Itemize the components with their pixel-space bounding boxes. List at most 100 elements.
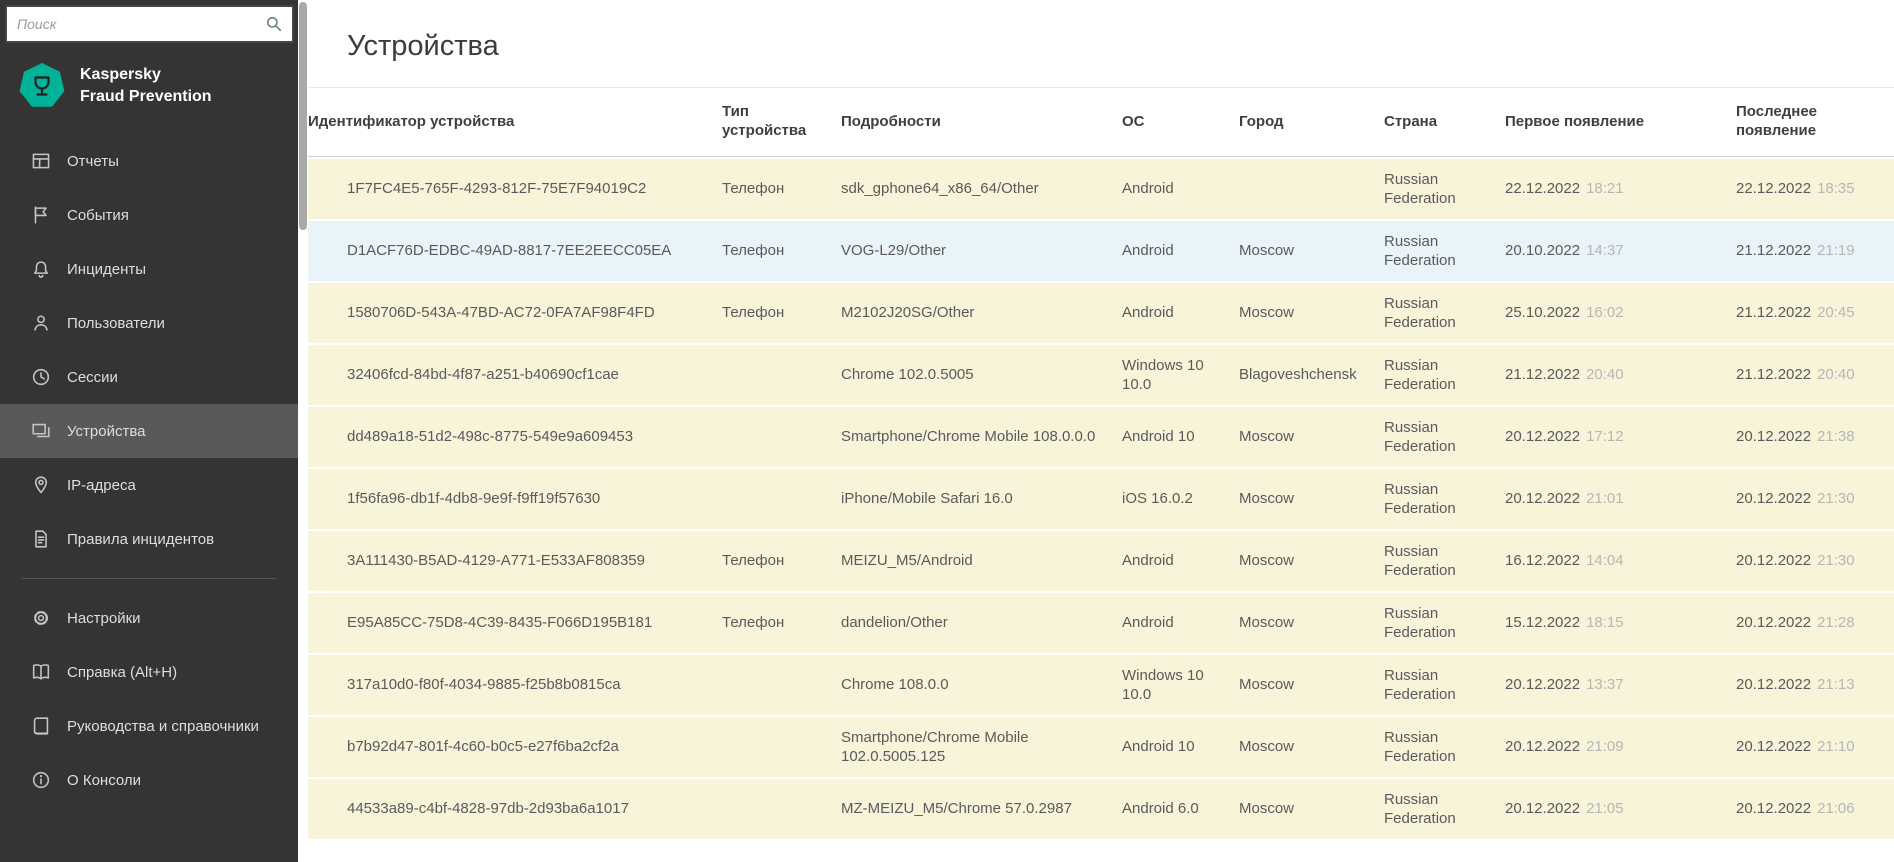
column-header[interactable]: Страна	[1384, 113, 1505, 132]
sidebar-menu: Отчеты События Инциденты Пользователи	[0, 134, 298, 566]
last-seen-date: 20.12.2022	[1736, 799, 1811, 819]
cell-details: MZ-MEIZU_M5/Chrome 57.0.2987	[841, 779, 1122, 839]
column-header[interactable]: Тип устройства	[722, 103, 841, 141]
column-header[interactable]: Первое появление	[1505, 113, 1736, 132]
table-row[interactable]: 44533a89-c4bf-4828-97db-2d93ba6a1017 MZ-…	[308, 779, 1894, 839]
first-seen-date: 20.12.2022	[1505, 737, 1580, 757]
column-header[interactable]: ОС	[1122, 113, 1239, 132]
table-row[interactable]: 1f56fa96-db1f-4db8-9e9f-f9ff19f57630 iPh…	[308, 469, 1894, 529]
table-row[interactable]: E95A85CC-75D8-4C39-8435-F066D195B181 Тел…	[308, 593, 1894, 653]
last-seen-date: 22.12.2022	[1736, 179, 1811, 199]
cell-last-seen: 20.12.2022 21:30	[1736, 469, 1894, 529]
table-row[interactable]: dd489a18-51d2-498c-8775-549e9a609453 Sma…	[308, 407, 1894, 467]
cell-os: Android 10	[1122, 407, 1239, 467]
search-input[interactable]	[5, 5, 294, 43]
table-row[interactable]: 1F7FC4E5-765F-4293-812F-75E7F94019C2 Тел…	[308, 159, 1894, 219]
table-row[interactable]: 317a10d0-f80f-4034-9885-f25b8b0815ca Chr…	[308, 655, 1894, 715]
cell-device-id: 3A111430-B5AD-4129-A771-E533AF808359	[308, 531, 722, 591]
sidebar-item[interactable]: События	[0, 188, 298, 242]
menu-label: Инциденты	[67, 261, 146, 278]
search-icon[interactable]	[264, 14, 284, 34]
cell-os: Android	[1122, 531, 1239, 591]
last-seen-date: 20.12.2022	[1736, 489, 1811, 509]
first-seen-time: 21:05	[1586, 799, 1624, 819]
sidebar-item[interactable]: IP-адреса	[0, 458, 298, 512]
table-row[interactable]: D1ACF76D-EDBC-49AD-8817-7EE2EECC05EA Тел…	[308, 221, 1894, 281]
search-box	[5, 5, 294, 43]
sidebar-item[interactable]: Правила инцидентов	[0, 512, 298, 566]
table-row[interactable]: 32406fcd-84bd-4f87-a251-b40690cf1cae Chr…	[308, 345, 1894, 405]
sidebar-item[interactable]: Инциденты	[0, 242, 298, 296]
column-header[interactable]: Подробности	[841, 113, 1122, 132]
menu-icon	[30, 150, 52, 172]
last-seen-date: 20.12.2022	[1736, 551, 1811, 571]
cell-last-seen: 20.12.2022 21:28	[1736, 593, 1894, 653]
cell-city: Moscow	[1239, 593, 1384, 653]
menu-label: События	[67, 207, 129, 224]
first-seen-date: 20.12.2022	[1505, 489, 1580, 509]
cell-country: Russian Federation	[1384, 593, 1505, 653]
sidebar-item[interactable]: Сессии	[0, 350, 298, 404]
sidebar-item[interactable]: О Консоли	[0, 753, 298, 807]
menu-icon	[30, 715, 52, 737]
menu-icon	[30, 420, 52, 442]
menu-label: Сессии	[67, 369, 118, 386]
sidebar-item[interactable]: Отчеты	[0, 134, 298, 188]
brand-text: Kaspersky Fraud Prevention	[80, 64, 212, 107]
cell-details: VOG-L29/Other	[841, 221, 1122, 281]
last-seen-time: 20:45	[1817, 303, 1855, 323]
column-header[interactable]: Город	[1239, 113, 1384, 132]
cell-country: Russian Federation	[1384, 531, 1505, 591]
last-seen-date: 21.12.2022	[1736, 365, 1811, 385]
sidebar-scrollbar-thumb[interactable]	[299, 2, 307, 230]
cell-first-seen: 15.12.2022 18:15	[1505, 593, 1736, 653]
cell-last-seen: 22.12.2022 18:35	[1736, 159, 1894, 219]
sidebar-item[interactable]: Справка (Alt+H)	[0, 645, 298, 699]
menu-label: IP-адреса	[67, 477, 136, 494]
cell-city: Moscow	[1239, 779, 1384, 839]
last-seen-date: 20.12.2022	[1736, 737, 1811, 757]
sidebar-item[interactable]: Пользователи	[0, 296, 298, 350]
cell-device-type: Телефон	[722, 593, 841, 653]
menu-label: Устройства	[67, 423, 145, 440]
column-header[interactable]: Последнее появление	[1736, 103, 1894, 141]
table-row[interactable]: b7b92d47-801f-4c60-b0c5-e27f6ba2cf2a Sma…	[308, 717, 1894, 777]
sidebar-item[interactable]: Руководства и справочники	[0, 699, 298, 753]
cell-city: Blagoveshchensk	[1239, 345, 1384, 405]
cell-details: MEIZU_M5/Android	[841, 531, 1122, 591]
last-seen-time: 21:38	[1817, 427, 1855, 447]
cell-country: Russian Federation	[1384, 283, 1505, 343]
cell-os: Android 10	[1122, 717, 1239, 777]
last-seen-date: 21.12.2022	[1736, 303, 1811, 323]
cell-first-seen: 20.12.2022 13:37	[1505, 655, 1736, 715]
cell-device-type: Телефон	[722, 221, 841, 281]
cell-last-seen: 20.12.2022 21:13	[1736, 655, 1894, 715]
menu-icon	[30, 258, 52, 280]
cell-os: Android	[1122, 221, 1239, 281]
menu-icon	[30, 474, 52, 496]
last-seen-time: 18:35	[1817, 179, 1855, 199]
cell-device-id: 1f56fa96-db1f-4db8-9e9f-f9ff19f57630	[308, 469, 722, 529]
sidebar-item[interactable]: Настройки	[0, 591, 298, 645]
cell-device-type	[722, 469, 841, 529]
first-seen-date: 20.10.2022	[1505, 241, 1580, 261]
last-seen-time: 21:30	[1817, 489, 1855, 509]
cell-city: Moscow	[1239, 531, 1384, 591]
sidebar-scrollbar[interactable]	[298, 0, 308, 862]
cell-country: Russian Federation	[1384, 469, 1505, 529]
cell-device-type: Телефон	[722, 531, 841, 591]
first-seen-date: 22.12.2022	[1505, 179, 1580, 199]
cell-device-type	[722, 779, 841, 839]
column-header[interactable]: Идентификатор устройства	[308, 113, 722, 132]
cell-country: Russian Federation	[1384, 159, 1505, 219]
cell-device-id: dd489a18-51d2-498c-8775-549e9a609453	[308, 407, 722, 467]
table-row[interactable]: 3A111430-B5AD-4129-A771-E533AF808359 Тел…	[308, 531, 1894, 591]
cell-city	[1239, 159, 1384, 219]
first-seen-time: 16:02	[1586, 303, 1624, 323]
sidebar-secondary-menu: Настройки Справка (Alt+H) Руководства и …	[0, 591, 298, 807]
cell-country: Russian Federation	[1384, 779, 1505, 839]
cell-device-id: 1580706D-543A-47BD-AC72-0FA7AF98F4FD	[308, 283, 722, 343]
last-seen-time: 21:10	[1817, 737, 1855, 757]
table-row[interactable]: 1580706D-543A-47BD-AC72-0FA7AF98F4FD Тел…	[308, 283, 1894, 343]
sidebar-item[interactable]: Устройства	[0, 404, 298, 458]
